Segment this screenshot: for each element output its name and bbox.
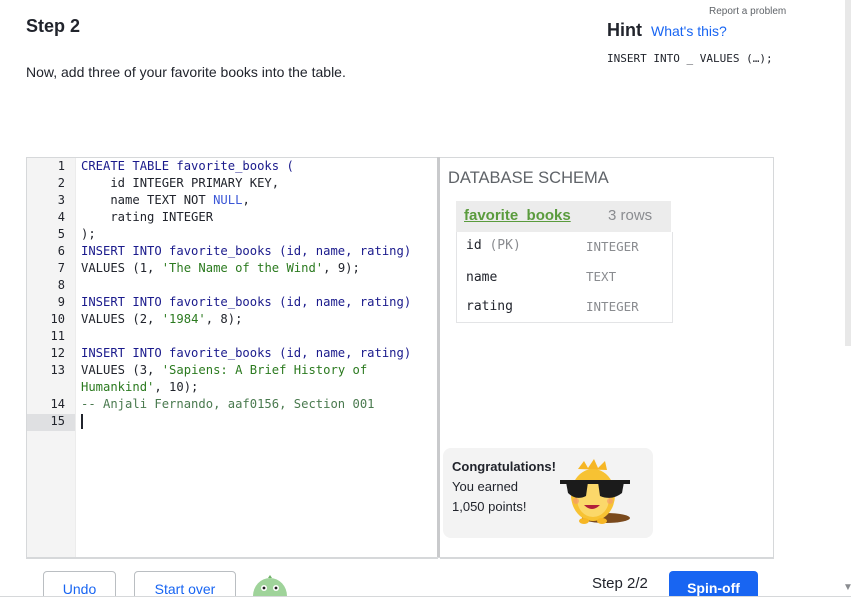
report-problem-link[interactable]: Report a problem — [709, 6, 786, 17]
code-text: , 10); — [154, 380, 199, 394]
code-line: VALUES (3, 'Sapiens: A Brief History of — [81, 363, 367, 377]
column-name: rating — [466, 299, 513, 314]
string-literal: Humankind' — [81, 380, 155, 394]
line-number: 11 — [50, 329, 65, 343]
line-number: 2 — [57, 176, 65, 190]
code-text: , 8); — [205, 312, 243, 326]
code-editor[interactable]: 1 2 3 4 5 6 7 8 9 10 11 12 13 14 15 CREA… — [26, 157, 438, 559]
code-text: CREATE TABLE favorite_books ( — [81, 159, 294, 173]
line-number: 13 — [50, 363, 65, 377]
code-text: VALUES (2, — [81, 312, 162, 326]
line-number: 12 — [50, 346, 65, 360]
code-text: ); — [81, 227, 96, 241]
code-text: id INTEGER PRIMARY KEY, — [81, 176, 280, 190]
code-line: name TEXT NOT NULL, — [81, 193, 250, 207]
schema-column-row: name TEXT — [456, 262, 673, 293]
line-number: 14 — [50, 397, 65, 411]
column-name: id (PK) — [466, 238, 521, 253]
code-line: -- Anjali Fernando, aaf0156, Section 001 — [81, 397, 375, 411]
hint-code: INSERT INTO _ VALUES (…); — [607, 52, 773, 65]
mascot-sunglasses-icon — [560, 459, 630, 524]
code-line: CREATE TABLE favorite_books ( — [81, 159, 294, 173]
text-cursor — [81, 414, 83, 429]
hint-title: Hint — [607, 20, 642, 40]
code-text: rating INTEGER — [81, 210, 214, 224]
code-text: VALUES (3, — [81, 363, 162, 377]
congrats-title: Congratulations! — [452, 459, 556, 474]
page-scrollbar[interactable] — [845, 0, 851, 346]
line-number: 6 — [57, 244, 65, 258]
line-number: 5 — [57, 227, 65, 241]
line-number: 9 — [57, 295, 65, 309]
code-comment: -- Anjali Fernando, aaf0156, Section 001 — [81, 397, 375, 411]
line-number-gutter: 1 2 3 4 5 6 7 8 9 10 11 12 13 14 15 — [27, 158, 76, 558]
congrats-points: 1,050 points! — [452, 499, 527, 514]
line-number: 15 — [50, 414, 65, 428]
line-number: 3 — [57, 193, 65, 207]
code-line: id INTEGER PRIMARY KEY, — [81, 176, 279, 190]
line-number: 8 — [57, 278, 65, 292]
hint-info-link[interactable]: What's this? — [651, 23, 727, 39]
code-text: , 9); — [323, 261, 360, 275]
code-line: Humankind', 10); — [81, 380, 198, 394]
toolbar-divider — [26, 557, 774, 558]
schema-table-name-link[interactable]: favorite_books — [464, 207, 571, 224]
challenge-prompt: Now, add three of your favorite books in… — [26, 64, 346, 80]
schema-title: DATABASE SCHEMA — [448, 169, 609, 187]
code-text: , — [242, 193, 250, 207]
code-text: INSERT INTO favorite_books (id, name, ra… — [81, 346, 412, 360]
primary-key-badge: (PK) — [489, 238, 521, 253]
code-line: INSERT INTO favorite_books (id, name, ra… — [81, 295, 411, 309]
code-text: INSERT INTO favorite_books (id, name, ra… — [81, 244, 412, 258]
step-title: Step 2 — [26, 16, 81, 36]
code-text: INSERT INTO favorite_books (id, name, ra… — [81, 295, 412, 309]
code-text: name TEXT NOT — [81, 193, 214, 207]
code-line: rating INTEGER — [81, 210, 213, 224]
scroll-down-arrow-icon[interactable]: ▼ — [843, 582, 851, 593]
schema-column-row: id (PK) INTEGER — [456, 232, 673, 263]
code-line: VALUES (1, 'The Name of the Wind', 9); — [81, 261, 360, 275]
mascot-avatar-icon — [253, 575, 287, 598]
congrats-message: You earned — [452, 479, 519, 494]
column-type: TEXT — [586, 269, 617, 284]
null-keyword: NULL — [213, 193, 243, 207]
line-number: 10 — [50, 312, 65, 326]
line-number: 1 — [57, 159, 65, 173]
column-type: INTEGER — [586, 239, 639, 254]
step-counter: Step 2/2 — [592, 575, 648, 592]
string-literal: '1984' — [161, 312, 206, 326]
column-name: name — [466, 270, 498, 285]
schema-row-count: 3 rows — [608, 207, 653, 224]
schema-column-row: rating INTEGER — [456, 292, 673, 323]
column-type: INTEGER — [586, 299, 639, 314]
code-text: VALUES (1, — [81, 261, 162, 275]
code-line: INSERT INTO favorite_books (id, name, ra… — [81, 244, 411, 258]
code-line: ); — [81, 227, 96, 241]
line-number: 7 — [57, 261, 65, 275]
string-literal: 'The Name of the Wind' — [161, 261, 324, 275]
line-number: 4 — [57, 210, 65, 224]
code-line: INSERT INTO favorite_books (id, name, ra… — [81, 346, 411, 360]
string-literal: 'Sapiens: A Brief History of — [161, 363, 368, 377]
code-line: VALUES (2, '1984', 8); — [81, 312, 242, 326]
